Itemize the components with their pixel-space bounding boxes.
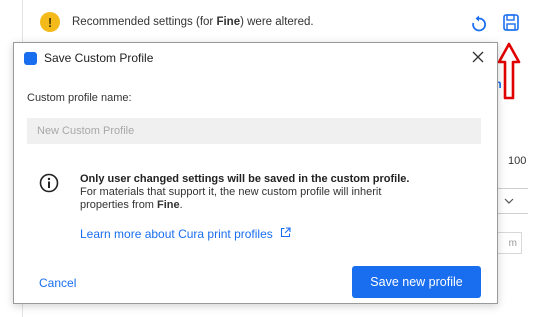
save-new-profile-button[interactable]: Save new profile — [352, 266, 481, 298]
dialog-titlebar: Save Custom Profile — [14, 43, 497, 73]
info-title: Only user changed settings will be saved… — [80, 173, 410, 185]
cura-app-icon — [24, 52, 37, 65]
warning-icon: ! — [40, 12, 60, 32]
cancel-button[interactable]: Cancel — [39, 276, 76, 290]
notice-prefix: Recommended settings (for — [72, 16, 217, 28]
info-line-2-suffix: . — [179, 199, 183, 211]
dialog-title: Save Custom Profile — [44, 51, 154, 65]
reset-settings-icon[interactable] — [471, 15, 487, 38]
info-icon — [39, 173, 59, 198]
profile-name-label: Custom profile name: — [27, 92, 132, 104]
close-icon — [472, 51, 484, 63]
save-profile-icon[interactable] — [503, 14, 519, 36]
external-link-icon — [280, 227, 291, 241]
learn-more-label: Learn more about Cura print profiles — [80, 227, 273, 241]
save-custom-profile-dialog: Save Custom Profile Custom profile name:… — [13, 42, 498, 304]
annotation-arrow-icon — [497, 42, 521, 105]
notice-suffix: ) were altered. — [240, 16, 314, 28]
notice-text: Recommended settings (for Fine) were alt… — [72, 16, 314, 28]
info-message: Only user changed settings will be saved… — [80, 173, 480, 212]
learn-more-link[interactable]: Learn more about Cura print profiles — [80, 227, 291, 241]
info-line-2: properties from Fine. — [80, 199, 480, 212]
info-line-2-prefix: properties from — [80, 199, 158, 211]
altered-settings-notice: ! Recommended settings (for Fine) were a… — [40, 12, 314, 32]
info-line-1: For materials that support it, the new c… — [80, 186, 382, 198]
profile-name-input[interactable] — [27, 118, 481, 144]
chevron-down-icon — [504, 198, 513, 204]
notice-profile-name: Fine — [216, 16, 241, 28]
info-line-2-profile: Fine — [157, 199, 180, 211]
background-value: 100 — [508, 155, 527, 167]
close-button[interactable] — [469, 48, 487, 66]
